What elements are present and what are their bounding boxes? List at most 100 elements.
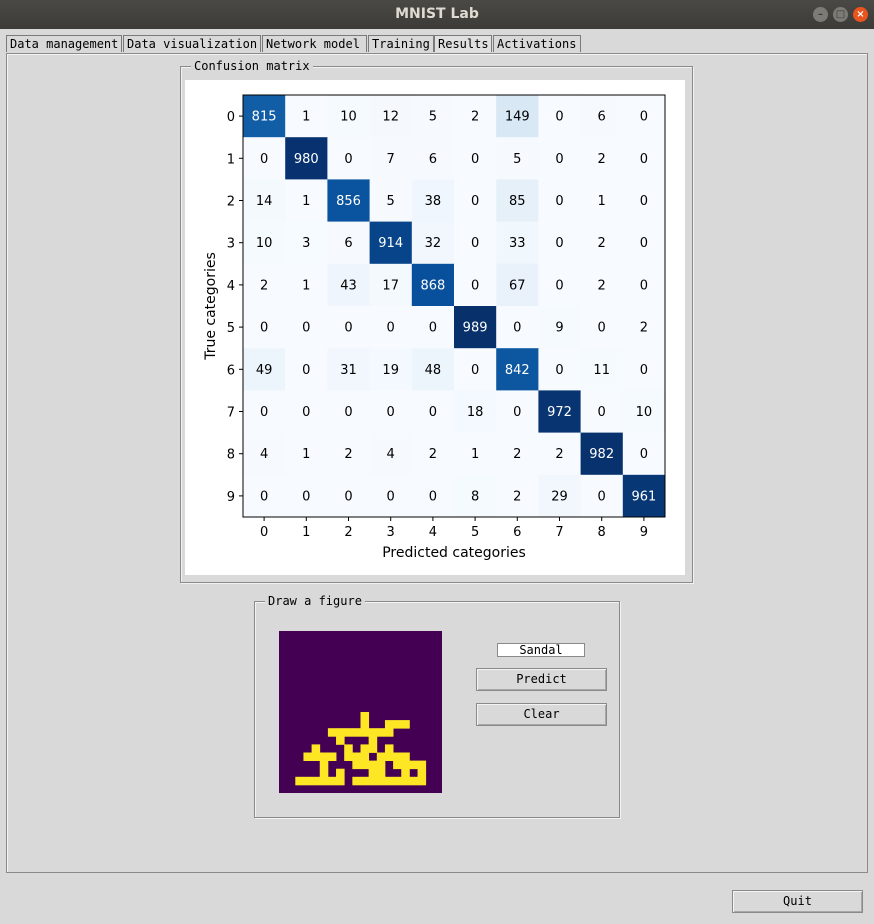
drawing-pixel — [311, 744, 321, 753]
drawing-pixel — [393, 760, 402, 770]
cm-cell-label: 5 — [387, 194, 395, 209]
confusion-matrix-title: Confusion matrix — [191, 59, 313, 73]
cm-cell-label: 149 — [505, 110, 530, 125]
drawing-pixel — [376, 776, 386, 786]
drawing-pixel — [401, 776, 410, 786]
drawing-pixel — [319, 768, 329, 778]
minimize-icon[interactable]: – — [813, 7, 828, 22]
cm-cell-label: 67 — [509, 278, 526, 293]
x-tick-label: 2 — [344, 525, 352, 540]
cm-cell-label: 0 — [555, 278, 563, 293]
cm-cell-label: 29 — [551, 489, 568, 504]
tab-data-visualization[interactable]: Data visualization — [123, 35, 261, 52]
cm-cell-label: 33 — [509, 236, 526, 251]
drawing-pixel — [327, 728, 337, 737]
cm-cell-label: 0 — [260, 321, 268, 336]
quit-button[interactable]: Quit — [732, 890, 863, 913]
drawing-pixel — [295, 776, 304, 786]
drawing-pixel — [368, 768, 378, 778]
cm-cell-label: 4 — [260, 447, 268, 462]
cm-cell-label: 10 — [340, 110, 357, 125]
cm-cell-label: 0 — [598, 321, 606, 336]
cm-cell-label: 856 — [336, 194, 361, 209]
cm-cell-label: 0 — [598, 489, 606, 504]
cm-cell-label: 972 — [547, 405, 572, 420]
cm-cell-label: 0 — [471, 152, 479, 167]
cm-cell-label: 2 — [598, 236, 606, 251]
cm-cell-label: 0 — [429, 405, 437, 420]
cm-cell-label: 49 — [256, 363, 273, 378]
tab-results[interactable]: Results — [434, 35, 492, 52]
maximize-icon[interactable]: □ — [833, 7, 848, 22]
drawing-pixel — [376, 752, 386, 761]
clear-button[interactable]: Clear — [476, 703, 607, 726]
drawing-pixel — [393, 752, 402, 761]
cm-cell-label: 0 — [387, 489, 395, 504]
y-tick-label: 4 — [227, 279, 235, 294]
y-axis-label: True categories — [203, 252, 219, 361]
tab-network-model[interactable]: Network model — [262, 35, 367, 52]
window-titlebar: MNIST Lab – □ × — [0, 0, 874, 29]
close-icon[interactable]: × — [853, 7, 868, 22]
drawing-pixel — [311, 752, 321, 761]
x-tick-label: 4 — [429, 525, 437, 540]
drawing-pixel — [401, 768, 410, 778]
tab-training[interactable]: Training — [368, 35, 434, 52]
cm-cell-label: 4 — [387, 447, 395, 462]
cm-cell-label: 0 — [302, 321, 310, 336]
cm-cell-label: 0 — [429, 321, 437, 336]
cm-cell-label: 10 — [636, 405, 653, 420]
x-tick-label: 9 — [640, 525, 648, 540]
drawing-pixel — [417, 776, 427, 786]
cm-cell-label: 6 — [429, 152, 437, 167]
cm-cell-label: 2 — [598, 278, 606, 293]
cm-cell-label: 43 — [340, 278, 357, 293]
cm-cell-label: 0 — [471, 278, 479, 293]
drawing-pixel — [352, 728, 361, 737]
drawing-pixel — [368, 736, 378, 745]
predict-button[interactable]: Predict — [476, 668, 607, 691]
cm-cell-label: 1 — [598, 194, 606, 209]
cm-cell-label: 48 — [425, 363, 442, 378]
cm-cell-label: 8 — [471, 489, 479, 504]
cm-cell-label: 0 — [555, 152, 563, 167]
cm-cell-label: 0 — [555, 110, 563, 125]
cm-cell-label: 2 — [555, 447, 563, 462]
tab-activations[interactable]: Activations — [493, 35, 581, 52]
cm-cell-label: 982 — [589, 447, 614, 462]
cm-cell-label: 2 — [598, 152, 606, 167]
drawing-pixel — [360, 776, 370, 786]
cm-cell-label: 1 — [302, 194, 310, 209]
drawing-pixel — [360, 728, 370, 737]
cm-cell-label: 0 — [555, 194, 563, 209]
cm-cell-label: 0 — [598, 405, 606, 420]
cm-cell-label: 1 — [471, 447, 479, 462]
drawing-pixel — [393, 720, 402, 729]
y-tick-label: 8 — [227, 448, 235, 463]
y-tick-label: 3 — [227, 237, 235, 252]
cm-cell-label: 0 — [344, 489, 352, 504]
cm-cell-label: 0 — [471, 363, 479, 378]
cm-cell-label: 0 — [302, 405, 310, 420]
cm-cell-label: 7 — [387, 152, 395, 167]
cm-cell-label: 14 — [256, 194, 273, 209]
cm-cell-label: 19 — [382, 363, 399, 378]
drawing-pixel — [344, 744, 353, 753]
drawing-pixel — [344, 752, 353, 761]
cm-cell-label: 815 — [252, 110, 277, 125]
cm-cell-label: 6 — [344, 236, 352, 251]
tab-data-management[interactable]: Data management — [6, 35, 122, 52]
cm-cell-label: 0 — [513, 405, 521, 420]
y-tick-label: 9 — [227, 490, 235, 505]
cm-cell-label: 0 — [555, 236, 563, 251]
cm-cell-label: 0 — [387, 321, 395, 336]
drawing-pixel — [303, 776, 312, 786]
cm-cell-label: 0 — [302, 489, 310, 504]
cm-cell-label: 2 — [513, 489, 521, 504]
drawing-pixel — [336, 776, 345, 786]
cm-cell-label: 1 — [302, 447, 310, 462]
y-tick-label: 6 — [227, 363, 235, 378]
cm-cell-label: 0 — [344, 152, 352, 167]
drawing-pixel — [327, 776, 337, 786]
drawing-canvas[interactable] — [279, 631, 442, 793]
